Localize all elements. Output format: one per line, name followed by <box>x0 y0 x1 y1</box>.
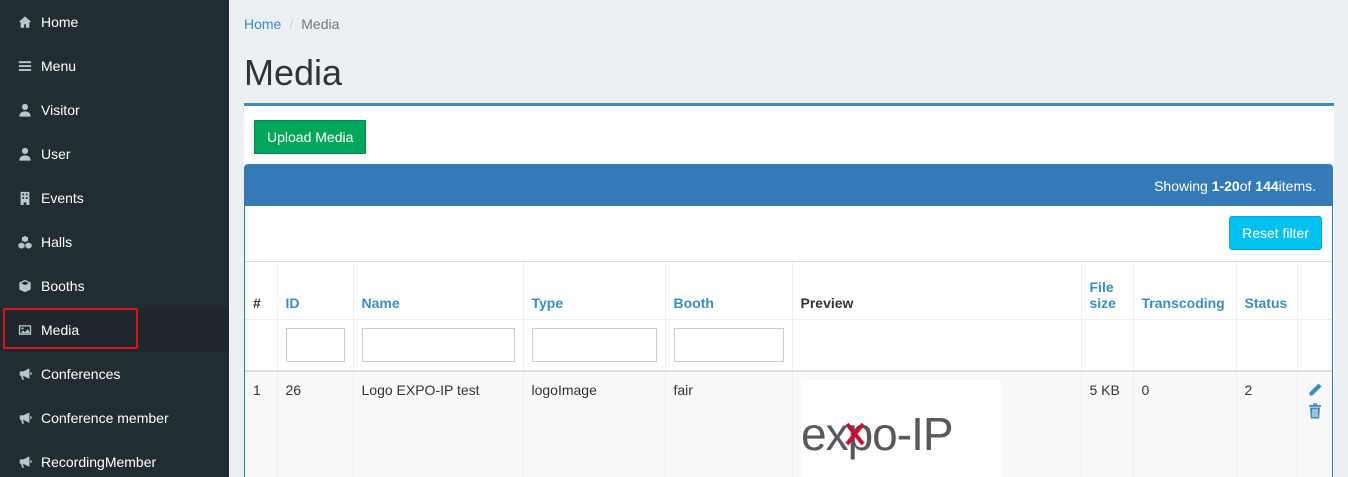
sidebar: Home Menu Visitor User Events Halls Boot… <box>0 0 229 477</box>
column-header-name[interactable]: Name <box>362 295 400 311</box>
trash-icon[interactable] <box>1307 403 1323 422</box>
summary-prefix: Showing <box>1154 177 1208 194</box>
logo-text-ip: -IP <box>896 408 952 460</box>
filter-booth-input[interactable] <box>673 327 784 362</box>
svg-text:expo-IP: expo-IP <box>801 408 953 460</box>
column-header-id[interactable]: ID <box>286 295 300 311</box>
filter-name-input[interactable] <box>361 327 515 362</box>
cell-name: Logo EXPO-IP test <box>353 370 524 477</box>
grid-panel: Showing 1-20 of 144 items. Reset filter <box>244 164 1333 477</box>
column-header-booth[interactable]: Booth <box>674 295 714 311</box>
column-header-file-size[interactable]: File size <box>1090 279 1116 311</box>
sidebar-item-recording-member[interactable]: RecordingMember <box>0 440 229 477</box>
sidebar-item-label: User <box>41 146 71 162</box>
image-icon <box>17 322 33 338</box>
page-title: Media <box>244 52 343 93</box>
sidebar-item-events[interactable]: Events <box>0 176 229 220</box>
cell-type: logoImage <box>523 370 666 477</box>
table-header-row: # ID Name Type Booth Preview File size Tr… <box>245 262 1332 320</box>
sidebar-item-label: Events <box>41 190 84 206</box>
sidebar-item-label: Conferences <box>41 366 121 382</box>
filter-cell-empty <box>1133 319 1237 372</box>
logo-text-expo: expo <box>801 408 897 460</box>
sidebar-item-label: RecordingMember <box>41 454 157 470</box>
cube-icon <box>17 278 33 294</box>
filter-id-input[interactable] <box>285 327 345 362</box>
sidebar-item-conference-member[interactable]: Conference member <box>0 396 229 440</box>
media-table: # ID Name Type Booth Preview File size Tr… <box>245 262 1332 477</box>
media-box: Upload Media Showing 1-20 of 144 items. … <box>244 103 1334 477</box>
main-content: Home / Media Media Upload Media Showing … <box>229 0 1348 477</box>
reset-filter-button[interactable]: Reset filter <box>1229 216 1322 250</box>
home-icon <box>17 14 33 30</box>
summary-bar: Showing 1-20 of 144 items. <box>245 165 1332 206</box>
bars-icon <box>17 58 33 74</box>
sidebar-item-label: Conference member <box>41 410 169 426</box>
cell-status: 2 <box>1236 370 1298 477</box>
summary-total: 144 <box>1255 177 1279 194</box>
filter-type-input[interactable] <box>531 327 657 362</box>
column-header-preview: Preview <box>792 262 1082 320</box>
user-icon <box>17 146 33 162</box>
filter-cell-empty <box>1297 319 1332 372</box>
bullhorn-icon <box>17 410 33 426</box>
sidebar-item-conferences[interactable]: Conferences <box>0 352 229 396</box>
breadcrumb-home-link[interactable]: Home <box>244 16 281 32</box>
breadcrumb-current: Media <box>301 16 340 32</box>
cell-transcoding: 0 <box>1133 370 1237 477</box>
column-header-status[interactable]: Status <box>1245 295 1288 311</box>
sidebar-item-user[interactable]: User <box>0 132 229 176</box>
edit-icon[interactable] <box>1307 382 1323 401</box>
breadcrumb: Home / Media <box>244 16 339 32</box>
expo-ip-logo: expo-IP <box>801 408 954 460</box>
filter-cell-empty <box>792 319 1082 372</box>
column-header-type[interactable]: Type <box>532 295 564 311</box>
cubes-icon <box>17 234 33 250</box>
column-header-transcoding[interactable]: Transcoding <box>1142 295 1225 311</box>
cell-booth: fair <box>665 370 793 477</box>
grid-toolbar: Reset filter <box>245 206 1332 262</box>
bullhorn-icon <box>17 366 33 382</box>
table-filter-row <box>245 319 1332 372</box>
sidebar-item-label: Home <box>41 14 79 30</box>
breadcrumb-separator: / <box>289 16 294 32</box>
column-header-num: # <box>245 262 278 320</box>
cell-preview: expo-IP <box>792 370 1082 477</box>
user-icon <box>17 102 33 118</box>
sidebar-item-label: Menu <box>41 58 77 74</box>
filter-cell-empty <box>1081 319 1134 372</box>
sidebar-item-visitor[interactable]: Visitor <box>0 88 229 132</box>
sidebar-item-label: Booths <box>41 278 85 294</box>
column-header-file-size-line2: size <box>1089 294 1116 311</box>
filter-cell-empty <box>245 319 278 372</box>
summary-range: 1-20 <box>1211 177 1240 194</box>
sidebar-item-menu[interactable]: Menu <box>0 44 229 88</box>
summary-of: of <box>1239 177 1252 194</box>
sidebar-item-label: Visitor <box>41 102 80 118</box>
building-icon <box>17 190 33 206</box>
preview-image: expo-IP <box>800 379 1001 477</box>
cell-actions <box>1297 370 1332 477</box>
sidebar-item-media[interactable]: Media <box>0 308 229 352</box>
sidebar-item-booths[interactable]: Booths <box>0 264 229 308</box>
filter-cell-empty <box>1236 319 1298 372</box>
column-header-file-size-line1: File <box>1089 278 1114 295</box>
summary-suffix: items. <box>1278 177 1316 194</box>
upload-media-button[interactable]: Upload Media <box>254 120 367 154</box>
sidebar-item-halls[interactable]: Halls <box>0 220 229 264</box>
bullhorn-icon <box>17 454 33 470</box>
table-row: 1 26 Logo EXPO-IP test logoImage fair ex… <box>245 370 1332 477</box>
sidebar-item-home[interactable]: Home <box>0 0 229 44</box>
sidebar-item-label: Halls <box>41 234 73 250</box>
cell-num: 1 <box>245 370 278 477</box>
sidebar-item-label: Media <box>41 322 80 338</box>
cell-id: 26 <box>277 370 354 477</box>
column-header-actions <box>1297 262 1332 320</box>
cell-file-size: 5 KB <box>1081 370 1134 477</box>
